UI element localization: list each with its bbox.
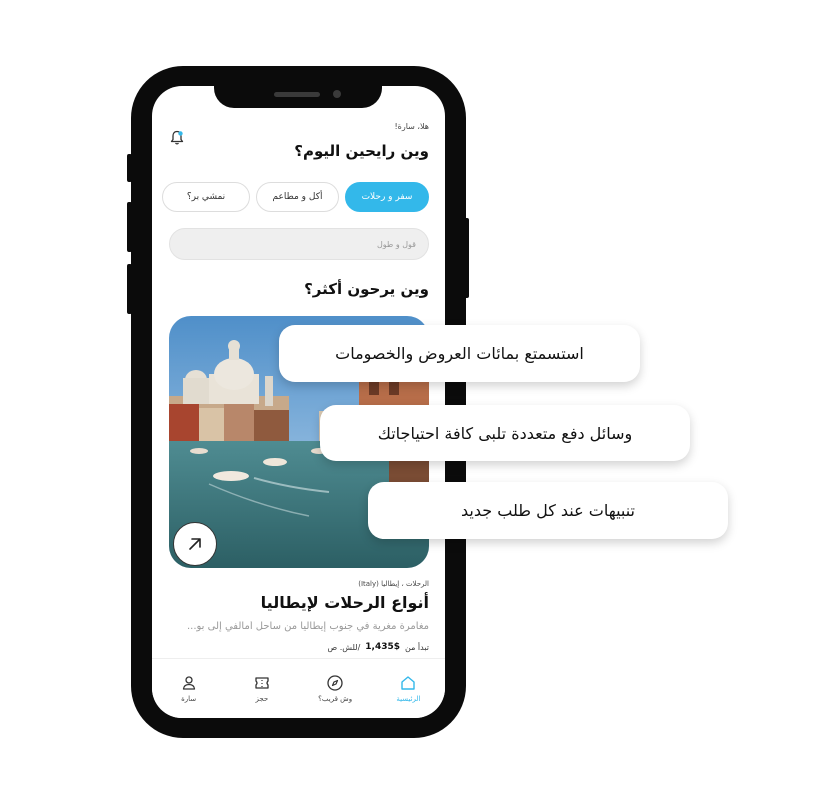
price-row: تبدأ من 1,435$ /للش. ص — [328, 642, 429, 652]
callout-offers: استسمتع بمائات العروض والخصومات — [279, 325, 640, 382]
price-value: 1,435$ — [365, 642, 401, 652]
ticket-icon — [255, 677, 269, 689]
callout-payment: وسائل دفع متعددة تلبى كافة احتياجاتك — [320, 405, 690, 461]
volume-down-button — [127, 264, 132, 314]
category-chips: سفر و رحلات أكل و مطاعم نمشي بر؟ — [162, 182, 429, 212]
tab-booking[interactable]: حجز — [225, 659, 298, 718]
tab-profile[interactable]: سارة — [152, 659, 225, 718]
tab-nearby-label: وش قريب؟ — [318, 695, 353, 703]
tab-nearby[interactable]: وش قريب؟ — [299, 659, 372, 718]
user-icon — [182, 676, 195, 690]
price-prefix: تبدأ من — [405, 642, 429, 652]
power-button — [464, 218, 469, 298]
compass-icon — [327, 675, 343, 691]
home-icon — [401, 676, 416, 690]
tab-profile-label: سارة — [181, 695, 197, 703]
mute-switch — [127, 154, 132, 182]
trip-description: مغامرة مغرية في جنوب إيطاليا من ساحل أما… — [186, 621, 429, 632]
price-unit: /للش. ص — [327, 642, 361, 652]
open-trip-button[interactable] — [173, 522, 217, 566]
volume-up-button — [127, 202, 132, 252]
phone-screen: هلا، سارة! وين رايحين اليوم؟ سفر و رحلات… — [152, 86, 445, 718]
chip-travel[interactable]: سفر و رحلات — [345, 182, 429, 212]
chip-outdoor[interactable]: نمشي بر؟ — [162, 182, 250, 212]
trip-breadcrumb: الرحلات ، إيطاليا (Italy) — [358, 580, 429, 588]
callout-notifications: تنبيهات عند كل طلب جديد — [368, 482, 728, 539]
tab-booking-label: حجز — [255, 695, 269, 703]
speaker — [274, 92, 320, 97]
bell-icon[interactable] — [170, 130, 184, 146]
section-title: وين يرحون أكثر؟ — [304, 280, 429, 298]
front-camera — [333, 90, 341, 98]
tab-home-label: الرئيسية — [396, 695, 421, 703]
tab-home[interactable]: الرئيسية — [372, 659, 445, 718]
stage: هلا، سارة! وين رايحين اليوم؟ سفر و رحلات… — [0, 0, 829, 806]
greeting-title: وين رايحين اليوم؟ — [294, 142, 429, 160]
trip-title[interactable]: أنواع الرحلات لإيطاليا — [261, 593, 429, 612]
greeting-small: هلا، سارة! — [394, 122, 429, 131]
bottom-tab-bar: الرئيسية وش قريب؟ حجز سارة — [152, 658, 445, 718]
chip-food[interactable]: أكل و مطاعم — [256, 182, 339, 212]
search-input[interactable]: قول و طول — [169, 228, 429, 260]
arrow-up-right-icon — [189, 538, 201, 550]
